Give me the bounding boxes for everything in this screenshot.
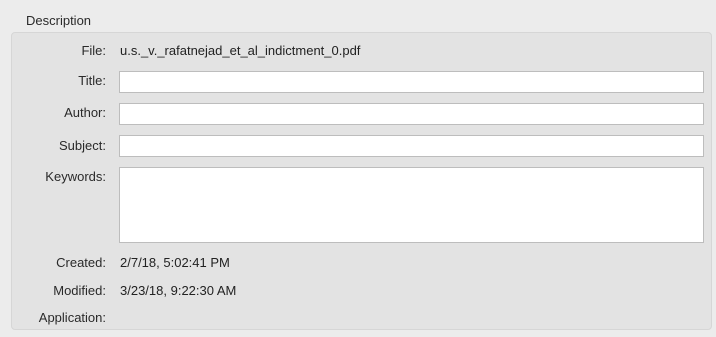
created-value: 2/7/18, 5:02:41 PM [120,255,230,270]
file-label: File: [81,43,106,58]
title-label: Title: [78,73,106,88]
subject-label: Subject: [59,138,106,153]
modified-value: 3/23/18, 9:22:30 AM [120,283,237,298]
keywords-textarea[interactable] [119,167,704,243]
keywords-label: Keywords: [45,169,106,184]
title-input[interactable] [119,71,704,93]
application-label: Application: [38,310,106,325]
file-value: u.s._v._rafatnejad_et_al_indictment_0.pd… [120,43,361,58]
modified-label: Modified: [53,283,106,298]
author-input[interactable] [119,103,704,125]
description-section-title: Description [26,13,92,28]
author-label: Author: [64,105,106,120]
created-label: Created: [56,255,106,270]
subject-input[interactable] [119,135,704,157]
